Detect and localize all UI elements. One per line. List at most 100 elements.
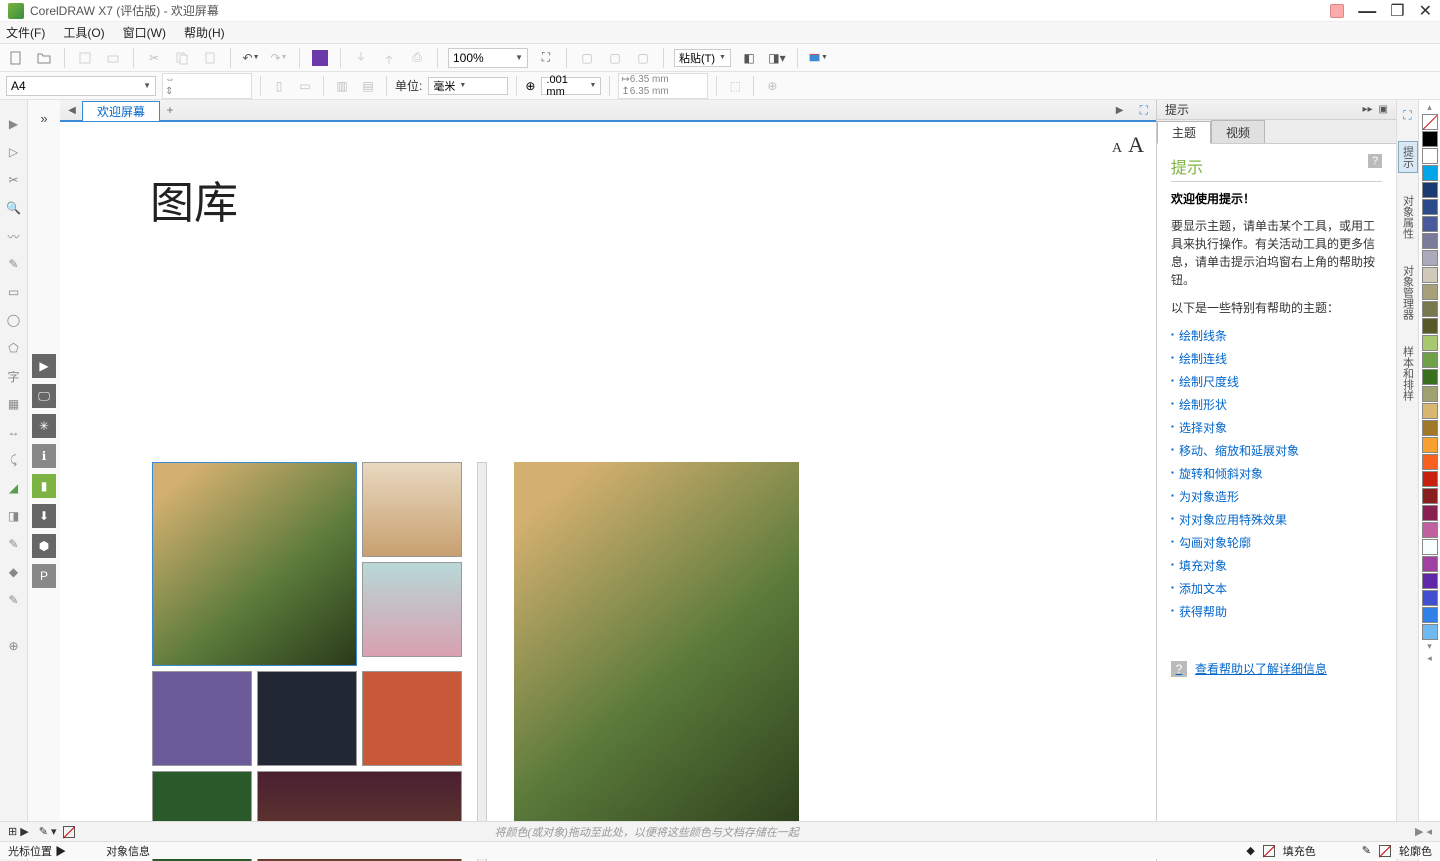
close-icon[interactable]: ✕ [1419,1,1432,21]
minimize-icon[interactable]: — [1358,7,1376,15]
no-color-swatch[interactable] [63,826,75,838]
color-swatch[interactable] [1422,590,1438,606]
eyedropper-tool-icon[interactable]: ✎ [4,534,24,554]
hint-link[interactable]: 获得帮助 [1171,603,1382,620]
table-tool-icon[interactable]: ▦ [4,394,24,414]
color-swatch[interactable] [1422,386,1438,402]
color-swatch[interactable] [1422,335,1438,351]
effects-tool-icon[interactable]: ◢ [4,478,24,498]
font-small-icon[interactable]: A [1112,141,1122,157]
hint-link[interactable]: 绘制线条 [1171,327,1382,344]
color-swatch[interactable] [1422,182,1438,198]
dock-icon[interactable]: ◧ [739,48,759,68]
nav-getstarted[interactable]: ▶ [32,354,56,378]
color-swatch[interactable] [1422,454,1438,470]
freehand-tool-icon[interactable]: 〰 [4,226,24,246]
app-launch-icon[interactable]: ▼ [808,48,828,68]
nav-membership[interactable]: P [32,564,56,588]
font-large-icon[interactable]: A [1128,132,1144,158]
nav-workspace[interactable]: 🖵 [32,384,56,408]
units-dropdown[interactable]: 毫米 [428,77,508,95]
page-dimensions[interactable]: ⇔⇕ [162,73,252,99]
fill-icon[interactable]: ◆ [1246,844,1254,857]
text-tool-icon[interactable]: 字 [4,366,24,386]
color-swatch[interactable] [1422,471,1438,487]
menu-tools[interactable]: 工具(O) [63,24,104,41]
search-icon[interactable] [310,48,330,68]
gallery-scrollbar[interactable] [477,462,487,861]
tab-maximize-icon[interactable]: ⛶ [1140,103,1148,118]
user-badge-icon[interactable] [1330,4,1344,18]
launch-icon[interactable]: ◨▾ [767,48,787,68]
transparency-tool-icon[interactable]: ◨ [4,506,24,526]
gallery-thumb[interactable] [257,671,357,766]
paste-dropdown[interactable]: 粘贴(T) [674,49,731,67]
color-swatch[interactable] [1422,352,1438,368]
docker-styles[interactable]: 样本和排样 [1399,342,1417,405]
tab-scroll-left-icon[interactable]: ◀ [62,100,82,120]
palette-scroll-icon[interactable]: ▶ ◂ [1415,825,1432,838]
menu-file[interactable]: 文件(F) [6,24,45,41]
gallery-thumb[interactable] [152,671,252,766]
add-tool-icon[interactable]: ⊕ [4,636,24,656]
color-swatch[interactable] [1422,607,1438,623]
panel-collapse-icon[interactable]: ▸▸ [1363,104,1373,115]
page-nav-icon[interactable]: ⊞ ▶ [8,825,29,838]
color-swatch[interactable] [1422,165,1438,181]
new-tab-icon[interactable]: + [160,100,180,120]
outline-none-icon[interactable] [1379,845,1391,857]
color-swatch[interactable] [1422,539,1438,555]
color-swatch[interactable] [1422,624,1438,640]
color-swatch[interactable] [1422,250,1438,266]
zoom-dropdown[interactable]: 100% [448,48,528,68]
hints-full-help-link[interactable]: ?查看帮助以了解详细信息 [1171,660,1382,677]
color-swatch[interactable] [1422,284,1438,300]
crop-tool-icon[interactable]: ✂ [4,170,24,190]
nudge-input[interactable]: .001 mm [541,77,601,95]
paper-size-dropdown[interactable]: A4 [6,76,156,96]
color-swatch[interactable] [1422,301,1438,317]
gallery-thumb-selected[interactable] [152,462,357,666]
hint-link[interactable]: 对对象应用特殊效果 [1171,511,1382,528]
open-icon[interactable] [34,48,54,68]
color-swatch[interactable] [1422,267,1438,283]
docker-hints[interactable]: 提示 [1398,141,1418,173]
smart-tool-icon[interactable]: ✎ [4,254,24,274]
zoom-tool-icon[interactable]: 🔍 [4,198,24,218]
hint-link[interactable]: 填充对象 [1171,557,1382,574]
nav-gallery[interactable]: ▮ [32,474,56,498]
hint-link[interactable]: 旋转和倾斜对象 [1171,465,1382,482]
pick-tool-icon[interactable]: ▶ [4,114,24,134]
color-swatch[interactable] [1422,131,1438,147]
menu-window[interactable]: 窗口(W) [123,24,166,41]
docker-obj-mgr[interactable]: 对象管理器 [1399,261,1417,324]
ellipse-tool-icon[interactable]: ◯ [4,310,24,330]
hint-link[interactable]: 移动、缩放和延展对象 [1171,442,1382,459]
shape-tool-icon[interactable]: ▷ [4,142,24,162]
palette-scroll-up-icon[interactable]: ▴ [1427,102,1432,113]
palette-scroll-down-icon[interactable]: ▾ [1427,641,1432,652]
rectangle-tool-icon[interactable]: ▭ [4,282,24,302]
docker-expand-icon[interactable]: ⛶ [1403,108,1411,123]
hint-link[interactable]: 添加文本 [1171,580,1382,597]
color-swatch[interactable] [1422,148,1438,164]
color-swatch[interactable] [1422,369,1438,385]
connector-tool-icon[interactable]: ⤹ [4,450,24,470]
color-swatch[interactable] [1422,420,1438,436]
color-swatch[interactable] [1422,573,1438,589]
panel-close-icon[interactable]: ▣ [1379,104,1388,115]
hint-link[interactable]: 绘制连线 [1171,350,1382,367]
tab-scroll-right-icon[interactable]: ▶ [1110,100,1130,120]
color-swatch[interactable] [1422,437,1438,453]
nav-help[interactable]: ℹ [32,444,56,468]
gallery-thumb[interactable] [362,671,462,766]
outline-pen-icon[interactable]: ✎ [1362,844,1371,857]
eyedropper-icon[interactable]: ✎ ▾ [39,825,57,838]
fill-tool-icon[interactable]: ◆ [4,562,24,582]
color-swatch[interactable] [1422,522,1438,538]
outline-tool-icon[interactable]: ✎ [4,590,24,610]
nav-cloud[interactable]: ⬢ [32,534,56,558]
new-icon[interactable] [6,48,26,68]
menu-help[interactable]: 帮助(H) [184,24,225,41]
hint-link[interactable]: 为对象造形 [1171,488,1382,505]
